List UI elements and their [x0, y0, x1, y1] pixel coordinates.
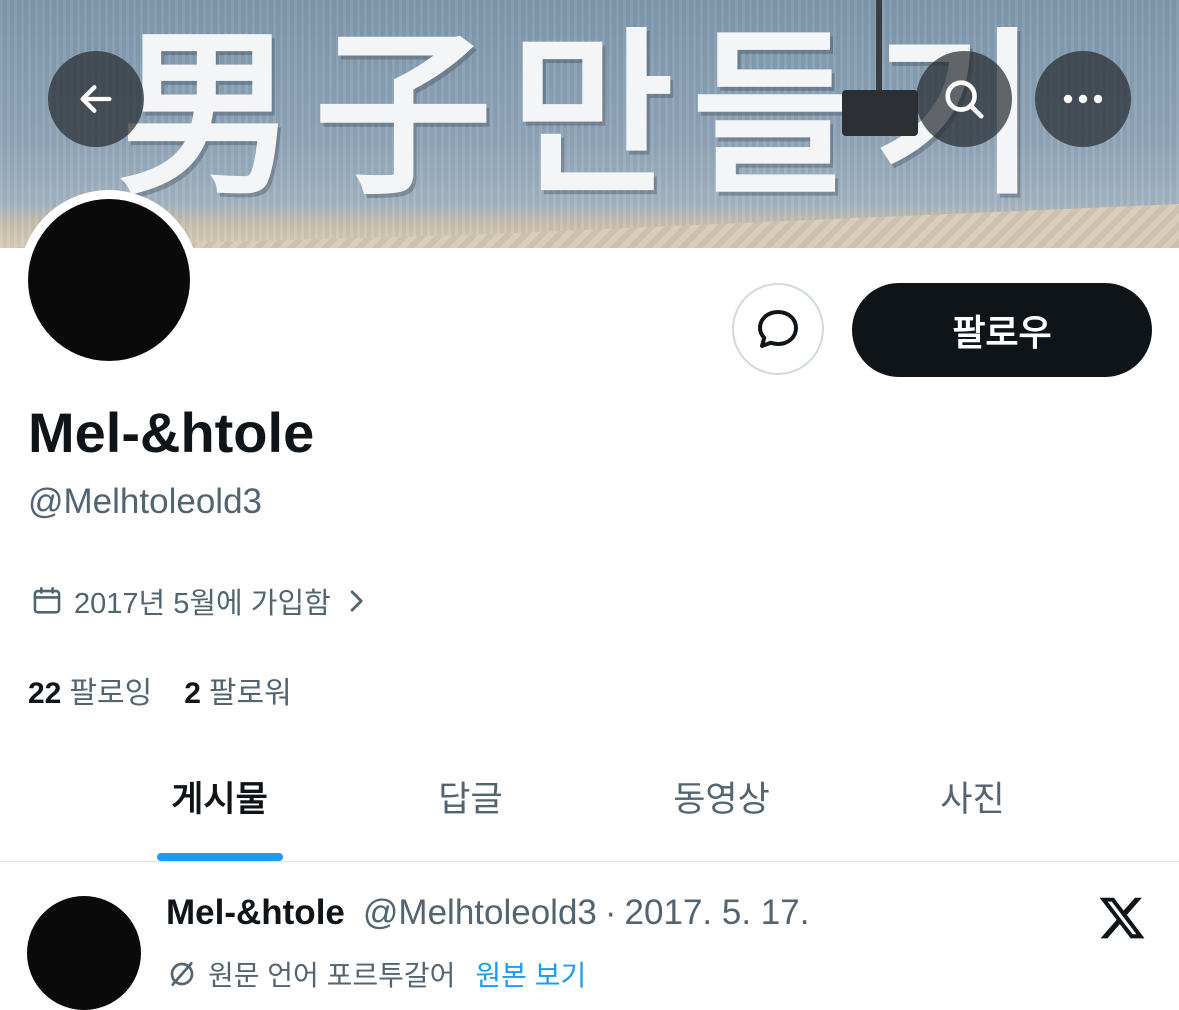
- join-date-text: 2017년 5월에 가입함: [74, 588, 331, 620]
- show-original-link[interactable]: 원본 보기: [475, 954, 586, 994]
- banner-box: [842, 90, 918, 136]
- post-header: Mel-&htole @Melhtoleold3 · 2017. 5. 17.: [166, 893, 809, 933]
- calendar-icon: [30, 584, 64, 618]
- user-handle: @Melhtoleold3: [28, 482, 262, 521]
- active-tab-indicator: [157, 853, 283, 861]
- translate-icon: [166, 958, 198, 990]
- x-logo-icon: [1099, 897, 1145, 939]
- profile-tabs: 게시물 답글 동영상 사진: [94, 750, 1098, 862]
- translation-note: 원문 언어 포르투갈어: [208, 960, 456, 991]
- join-date-row[interactable]: 2017년 5월에 가입함: [30, 580, 367, 622]
- following-link[interactable]: 22 팔로잉: [28, 668, 152, 712]
- tabs-divider: [0, 861, 1179, 862]
- followers-link[interactable]: 2 팔로워: [184, 668, 292, 712]
- arrow-left-icon: [80, 85, 112, 113]
- tab-posts[interactable]: 게시물: [94, 750, 345, 842]
- post-separator: ·: [604, 893, 617, 932]
- chevron-right-icon: [345, 588, 367, 614]
- search-icon: [945, 80, 984, 119]
- message-bubble-icon: [758, 310, 798, 348]
- post-author-avatar[interactable]: [27, 896, 141, 1010]
- search-button[interactable]: [916, 51, 1012, 147]
- display-name: Mel-&htole: [28, 401, 315, 464]
- tab-replies[interactable]: 답글: [345, 750, 596, 842]
- translation-row: 원문 언어 포르투갈어 원본 보기: [166, 954, 586, 994]
- tab-photos[interactable]: 사진: [847, 750, 1098, 842]
- follow-button[interactable]: 팔로우: [852, 283, 1152, 377]
- more-options-button[interactable]: [1035, 51, 1131, 147]
- ellipsis-icon: [1063, 94, 1103, 104]
- avatar[interactable]: [28, 199, 190, 361]
- post-date[interactable]: 2017. 5. 17.: [625, 893, 810, 933]
- tab-videos[interactable]: 동영상: [596, 750, 847, 842]
- post-author-name[interactable]: Mel-&htole: [166, 893, 345, 933]
- back-button[interactable]: [48, 51, 144, 147]
- following-count: 22: [28, 677, 62, 710]
- following-label: 팔로잉: [69, 677, 153, 710]
- followers-count: 2: [184, 677, 201, 710]
- message-button[interactable]: [732, 283, 824, 375]
- followers-label: 팔로워: [208, 677, 292, 710]
- follow-counts: 22 팔로잉 2 팔로워: [28, 668, 292, 712]
- post-author-handle: @Melhtoleold3: [362, 893, 597, 932]
